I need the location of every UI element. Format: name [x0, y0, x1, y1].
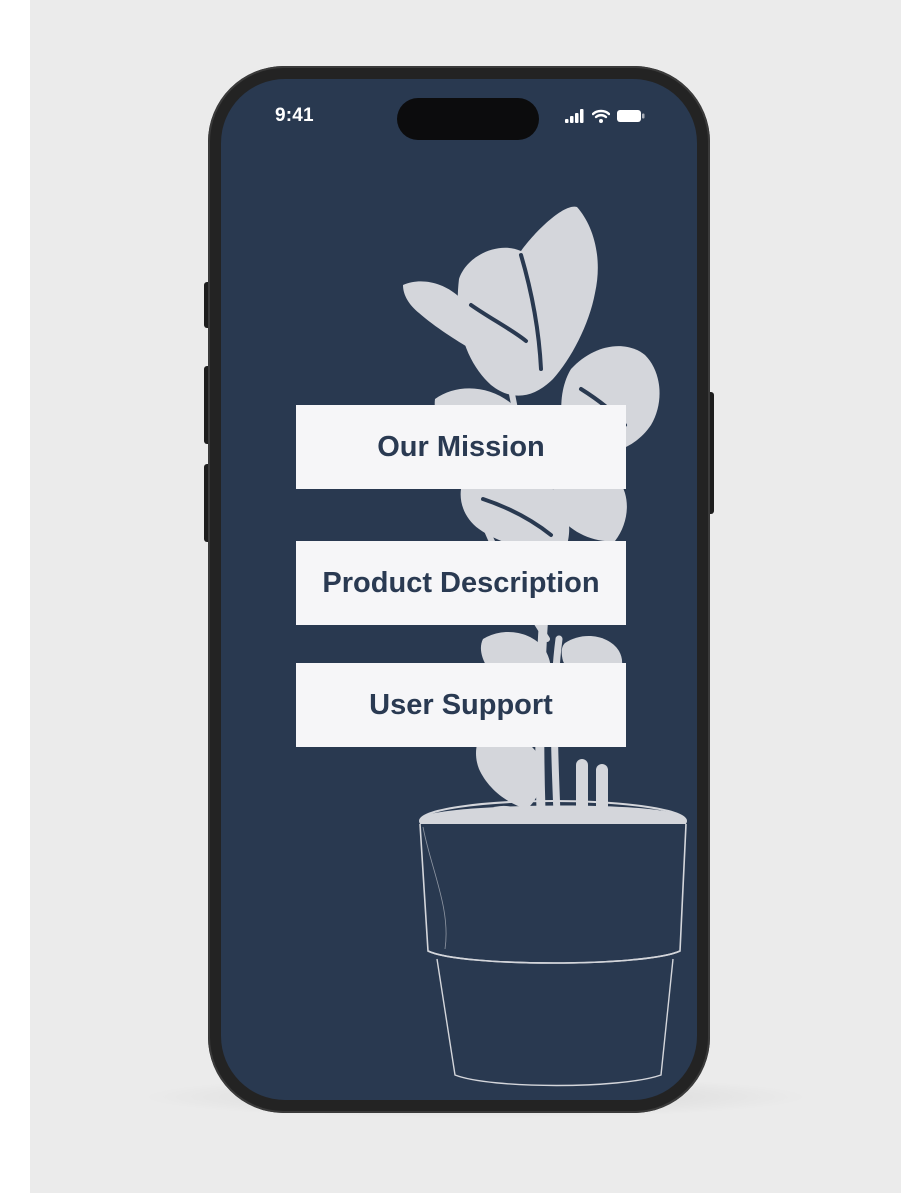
phone-frame: 9:41 Our Mission Product Description Use…: [208, 66, 710, 1113]
product-description-button[interactable]: Product Description: [296, 541, 626, 625]
our-mission-button[interactable]: Our Mission: [296, 405, 626, 489]
cellular-signal-icon: [565, 109, 584, 123]
wifi-icon: [592, 109, 610, 123]
status-icons: [565, 107, 645, 125]
dynamic-island: [397, 98, 539, 140]
battery-icon: [617, 110, 645, 122]
phone-screen: 9:41 Our Mission Product Description Use…: [221, 79, 697, 1100]
user-support-button[interactable]: User Support: [296, 663, 626, 747]
status-time: 9:41: [275, 105, 314, 126]
